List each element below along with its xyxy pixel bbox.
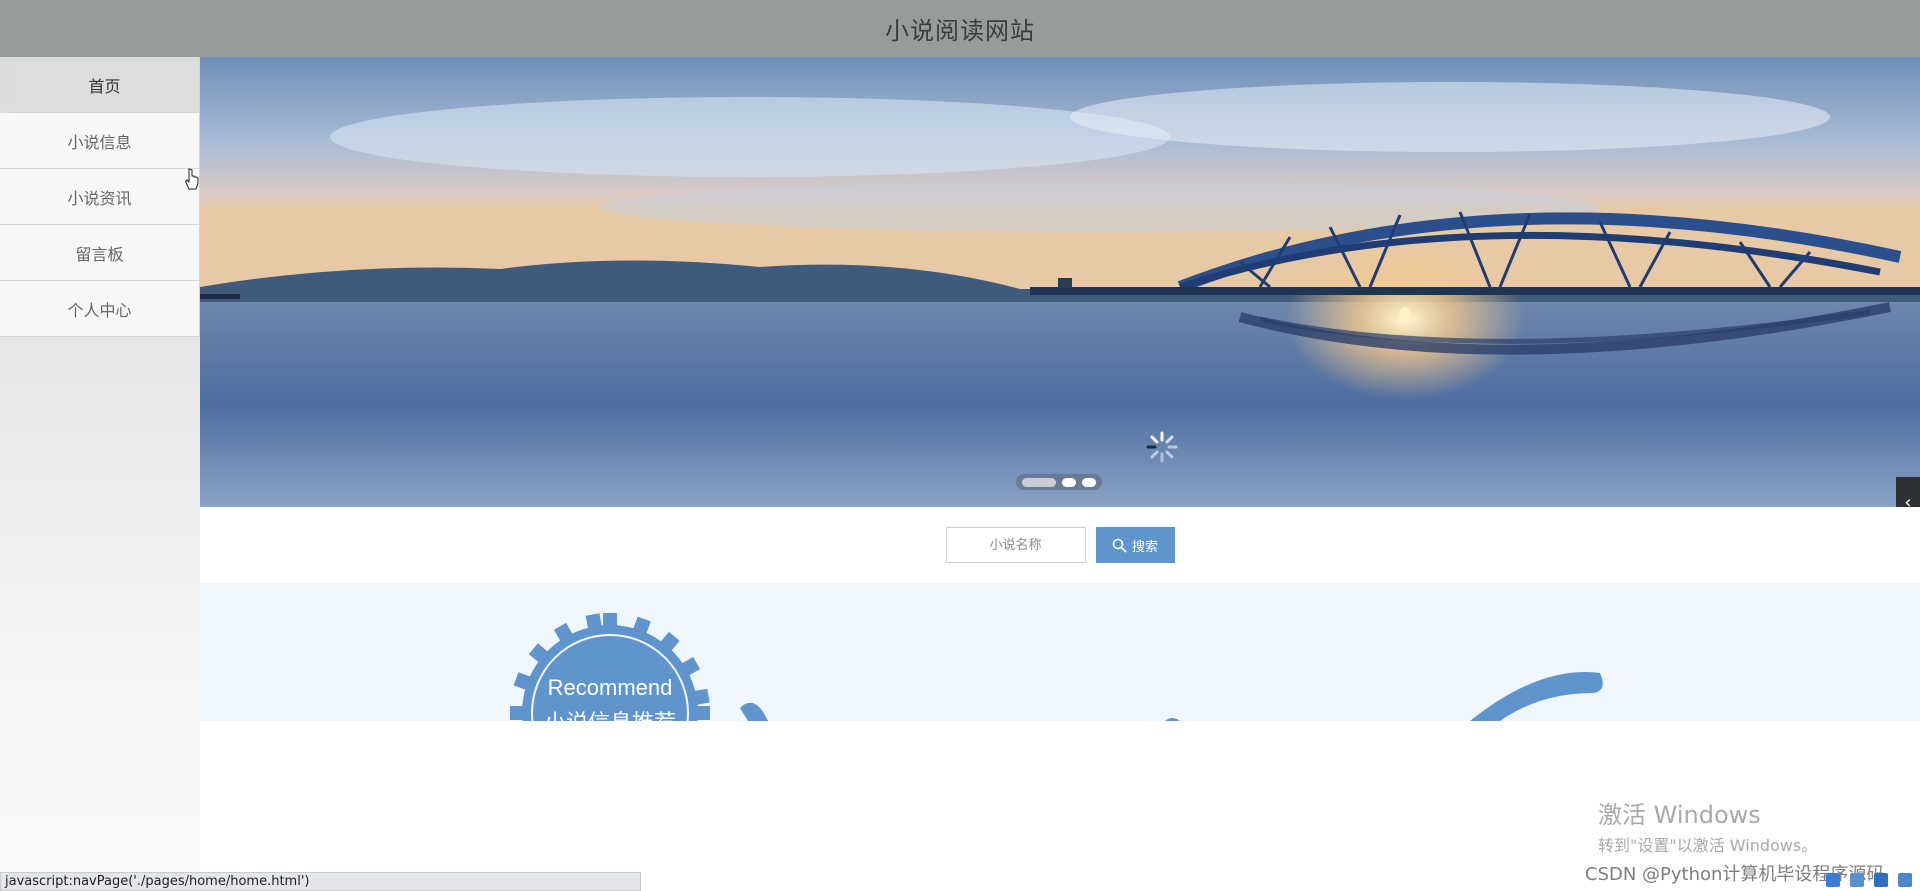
search-icon <box>1112 538 1127 552</box>
site-header: 小说阅读网站 <box>0 0 1920 57</box>
tray-icon[interactable] <box>1874 872 1888 887</box>
carousel-dot[interactable] <box>1022 477 1056 487</box>
carousel-indicators <box>1016 474 1102 490</box>
search-button[interactable]: 搜索 <box>1095 527 1175 563</box>
tray-icon[interactable] <box>1898 872 1912 887</box>
chevron-left-icon: ‹ <box>1904 491 1912 508</box>
system-tray <box>1720 868 1920 891</box>
search-bar: 搜索 <box>200 507 1920 583</box>
decorative-swoosh <box>740 672 1603 721</box>
carousel-dot[interactable] <box>1062 477 1076 487</box>
loading-spinner-icon <box>1146 431 1178 463</box>
nav-item-message-board[interactable]: 留言板 <box>0 225 200 281</box>
carousel-dot[interactable] <box>1082 477 1096 487</box>
nav-item-novel-info[interactable]: 小说信息 <box>0 113 200 169</box>
banner-image <box>200 57 1920 507</box>
tray-icon[interactable] <box>1826 872 1840 887</box>
banner-carousel[interactable]: ‹ <box>200 57 1920 507</box>
site-title: 小说阅读网站 <box>885 17 1035 45</box>
nav-item-label: 个人中心 <box>67 300 132 320</box>
nav-item-personal-center[interactable]: 个人中心 <box>0 281 200 337</box>
tray-icon[interactable] <box>1850 872 1864 887</box>
os-activation-watermark: 激活 Windows 转到"设置"以激活 Windows。 <box>1598 795 1817 856</box>
browser-status-bar: javascript:navPage('./pages/home/home.ht… <box>0 872 641 891</box>
watermark-line2: 转到"设置"以激活 Windows。 <box>1598 836 1818 855</box>
nav-item-label: 小说信息 <box>67 132 132 152</box>
nav-item-label: 留言板 <box>75 244 124 264</box>
sidebar-nav: 首页 小说信息 小说资讯 留言板 个人中心 <box>0 57 200 891</box>
nav-item-novel-news[interactable]: 小说资讯 <box>0 169 200 225</box>
novel-name-search-input[interactable] <box>945 527 1086 563</box>
nav-item-home[interactable]: 首页 <box>10 57 200 113</box>
carousel-prev-button[interactable]: ‹ <box>1896 477 1920 507</box>
nav-item-label: 小说资讯 <box>67 188 132 208</box>
mouse-cursor-icon <box>184 168 199 190</box>
nav-item-label: 首页 <box>88 76 121 96</box>
watermark-line1: 激活 Windows <box>1598 801 1761 829</box>
search-button-label: 搜索 <box>1131 539 1158 555</box>
status-url: javascript:navPage('./pages/home/home.ht… <box>5 874 310 889</box>
recommend-section: Recommend 小说信息推荐 <box>200 583 1920 721</box>
